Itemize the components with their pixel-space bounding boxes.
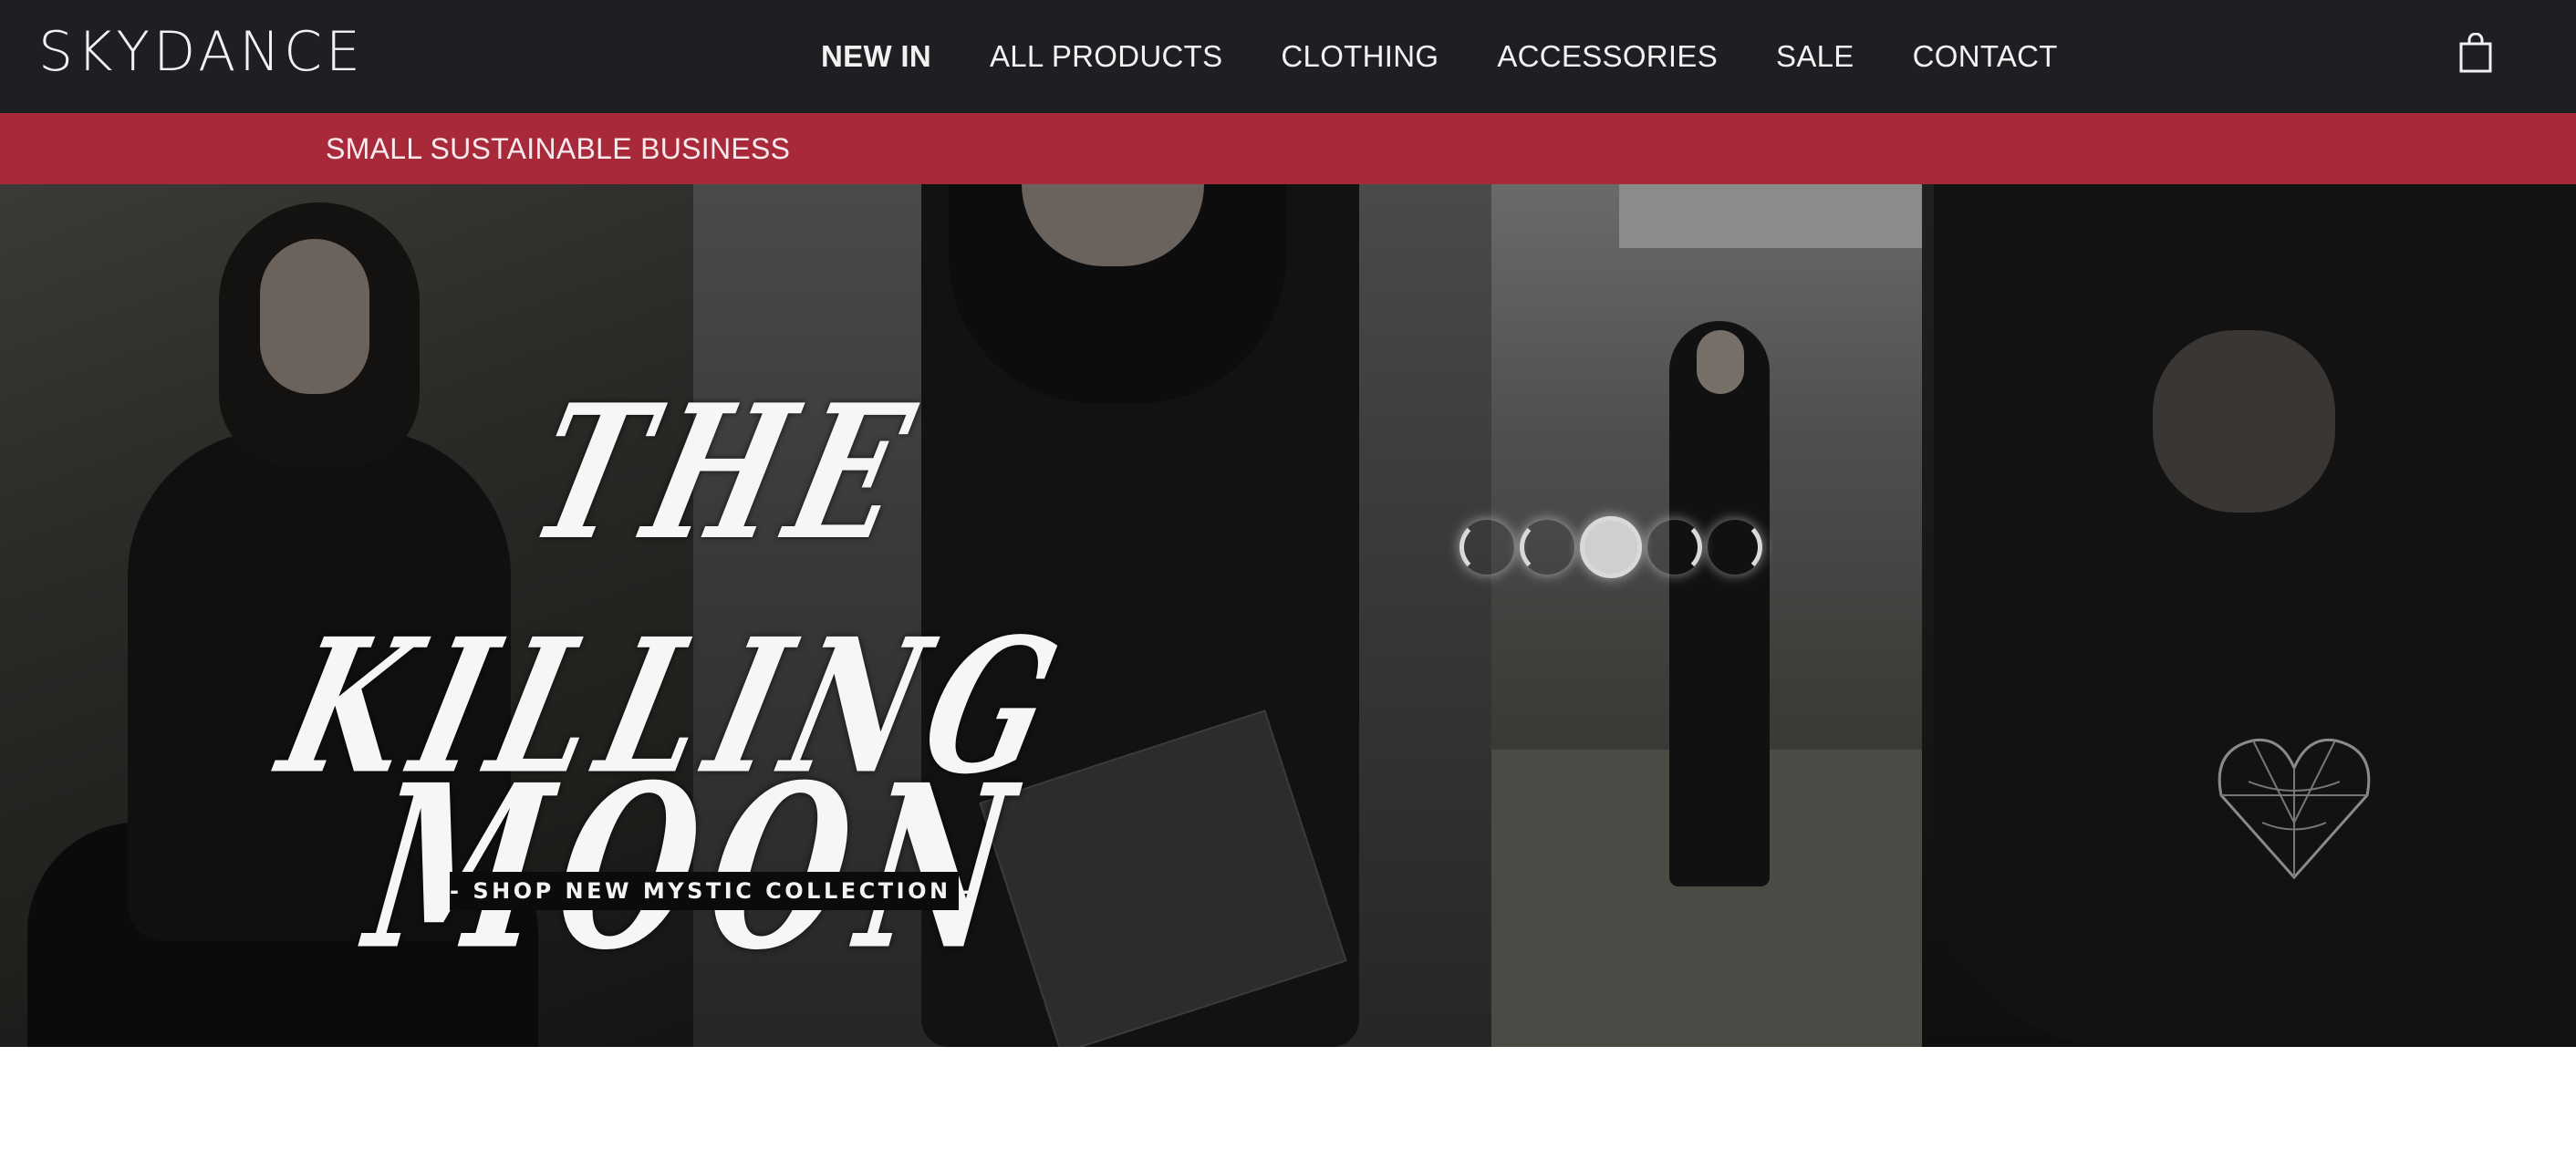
headline-line-2: MOON (354, 736, 1042, 1000)
crescent-moon-icon (1647, 520, 1702, 575)
shopping-bag-icon[interactable] (2457, 32, 2494, 73)
moon-phases-graphic (1459, 516, 1762, 578)
main-navigation: NEW IN ALL PRODUCTS CLOTHING ACCESSORIES… (821, 33, 2058, 80)
nav-item-contact[interactable]: CONTACT (1913, 39, 2058, 74)
model-face (1697, 330, 1744, 394)
full-moon-icon (1580, 516, 1642, 578)
nav-item-clothing[interactable]: CLOTHING (1281, 39, 1439, 74)
crescent-moon-icon (1708, 520, 1762, 575)
crescent-moon-icon (1520, 520, 1574, 575)
nav-item-new-in[interactable]: NEW IN (821, 39, 931, 74)
brand-logo[interactable]: SKYDANCE (38, 24, 364, 80)
nav-item-accessories[interactable]: ACCESSORIES (1497, 39, 1718, 74)
promo-text: SMALL SUSTAINABLE BUSINESS (326, 132, 791, 165)
promo-bar: SMALL SUSTAINABLE BUSINESS (0, 113, 2576, 184)
model-face (260, 239, 369, 394)
nav-item-all-products[interactable]: ALL PRODUCTS (990, 39, 1222, 74)
model-hand (2153, 330, 2335, 513)
building-roof (1619, 184, 1922, 248)
nav-item-sale[interactable]: SALE (1776, 39, 1854, 74)
crescent-moon-icon (1459, 520, 1514, 575)
site-header: SKYDANCE NEW IN ALL PRODUCTS CLOTHING AC… (0, 0, 2576, 113)
shop-collection-button[interactable]: - SHOP NEW MYSTIC COLLECTION - (450, 872, 971, 910)
spiderweb-heart-icon (2218, 738, 2371, 880)
leather-jacket (1934, 184, 2576, 1047)
hero-banner[interactable]: THE KILLING MOON - SHOP NEW MYSTIC COLLE… (0, 184, 2576, 1047)
model-figure (1669, 321, 1770, 886)
